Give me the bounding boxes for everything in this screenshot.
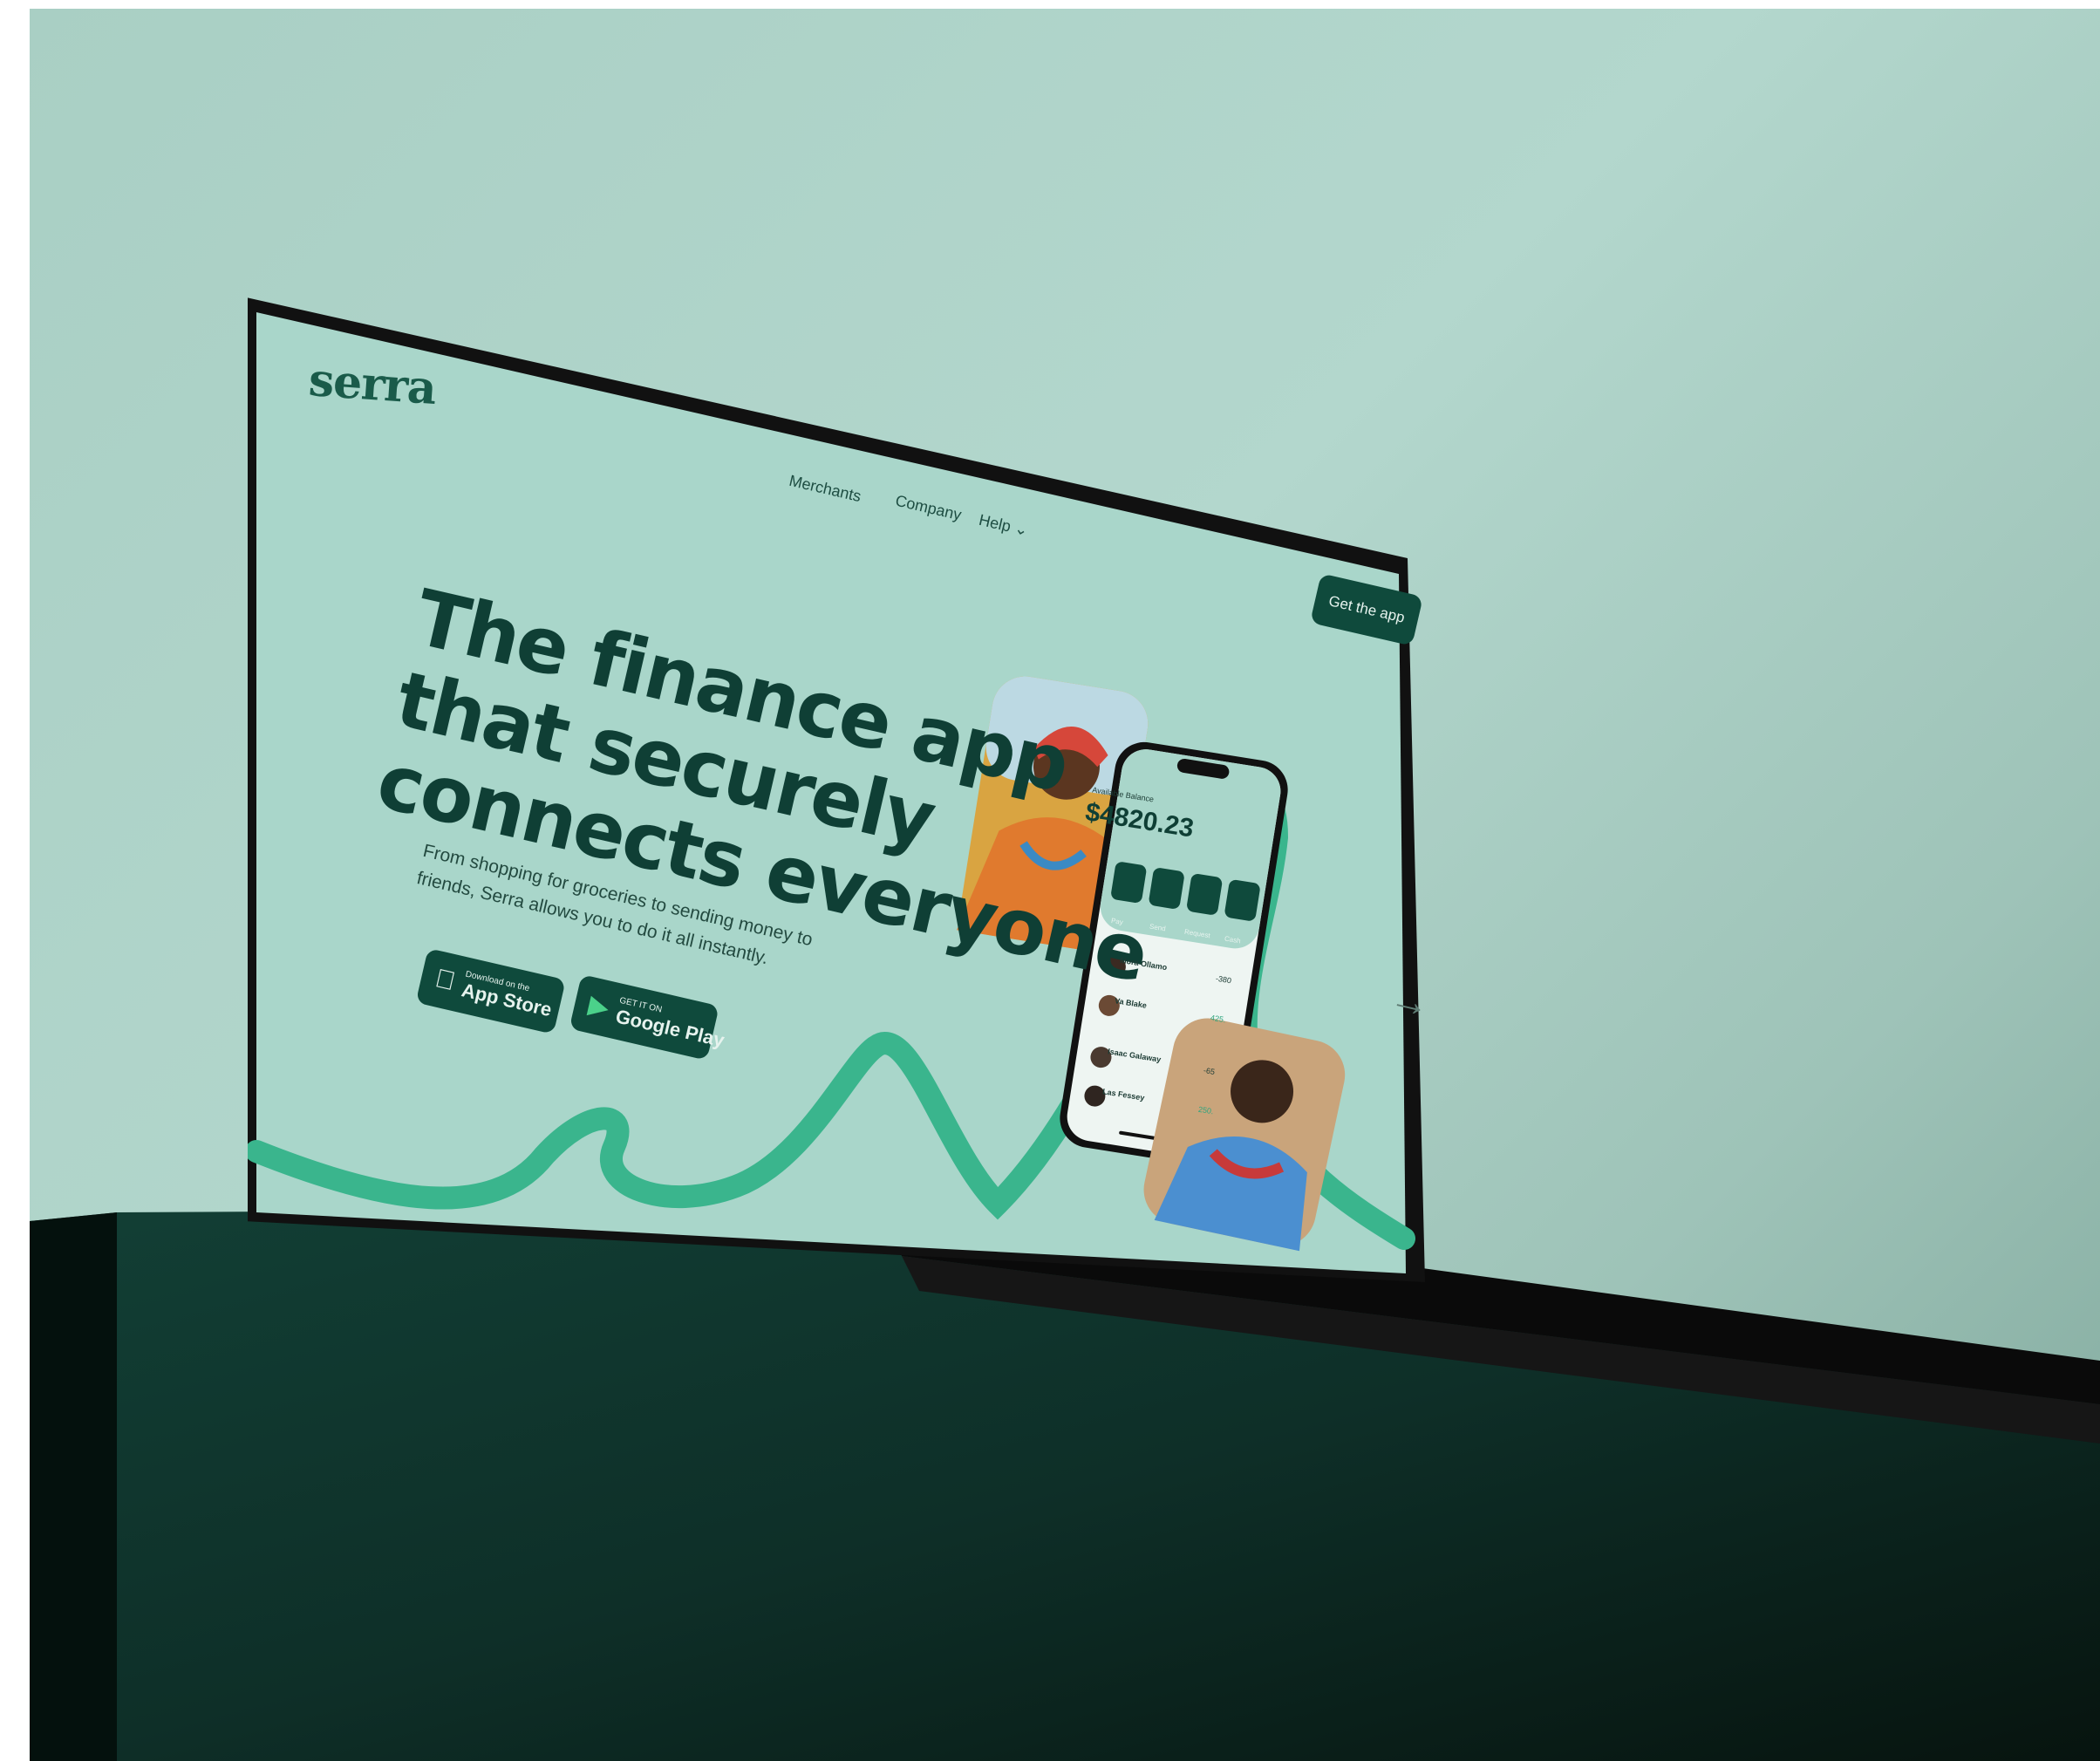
transaction-amount: -65 xyxy=(1203,1066,1216,1076)
photo-backdrop: serra Merchants Company Help ⌄ Get the a… xyxy=(30,9,2100,1761)
laptop: serra Merchants Company Help ⌄ Get the a… xyxy=(248,297,1469,1291)
apple-icon:  xyxy=(433,964,458,996)
google-play-icon: ▶ xyxy=(585,990,612,1023)
serra-logo[interactable]: serra xyxy=(307,353,438,415)
app-store-text: Download on the App Store xyxy=(460,969,556,1021)
action-pay[interactable]: Pay xyxy=(1110,917,1123,926)
